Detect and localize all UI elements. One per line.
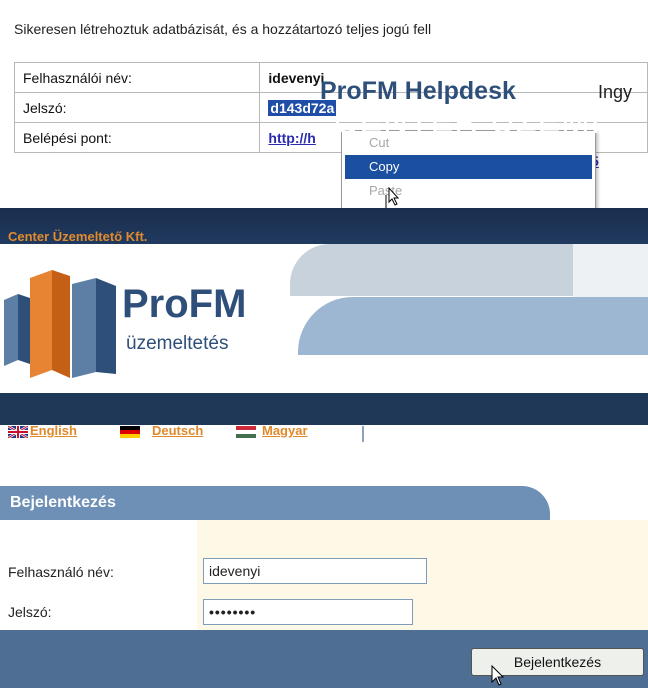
lang-deutsch-link[interactable]: Deutsch xyxy=(152,423,203,438)
hungarian-flag-icon xyxy=(236,426,256,438)
nav-separator xyxy=(362,426,364,442)
uk-flag-icon xyxy=(8,426,28,438)
username-field-label: Felhasználó név: xyxy=(8,564,114,580)
logo-subtitle: üzemeltetés xyxy=(126,333,229,354)
logo-name: ProFM xyxy=(122,282,247,326)
username-label: Felhasználói név: xyxy=(13,62,261,93)
lang-english-link[interactable]: English xyxy=(30,423,77,438)
context-menu-paste[interactable]: Paste xyxy=(342,179,595,203)
tab-other-label[interactable]: Ingy xyxy=(598,82,632,103)
banner-big-title: CENTER ÜZEMI xyxy=(334,103,601,141)
tab-profm-helpdesk[interactable] xyxy=(290,244,610,296)
mouse-cursor-icon xyxy=(491,664,505,686)
language-nav-bar xyxy=(0,393,648,425)
login-header: Bejelentkezés xyxy=(0,486,550,520)
login-panel: Bejelentkezés Felhasználó név: idevenyi … xyxy=(0,486,648,688)
context-menu: Cut Copy Paste xyxy=(341,130,596,212)
lang-magyar-link[interactable]: Magyar xyxy=(262,423,308,438)
title-bar xyxy=(298,297,648,355)
password-label: Jelszó: xyxy=(13,92,261,123)
login-title: Bejelentkezés xyxy=(10,494,116,511)
german-flag-icon xyxy=(120,426,140,438)
entry-point-label: Belépési pont: xyxy=(13,122,261,153)
tab-other[interactable] xyxy=(573,244,648,300)
company-name: Center Üzemeltető Kft. xyxy=(8,229,148,244)
profm-header-banner: Center Üzemeltető Kft. xyxy=(0,208,648,425)
success-message: Sikeresen létrehoztuk adatbázisát, és a … xyxy=(14,21,432,37)
password-field-label: Jelszó: xyxy=(8,604,52,620)
tab-profm-helpdesk-label[interactable]: ProFM Helpdesk xyxy=(320,77,516,106)
context-menu-copy[interactable]: Copy xyxy=(345,155,592,179)
password-input[interactable]: •••••••• xyxy=(203,599,413,625)
entry-point-link[interactable]: http://h xyxy=(268,130,315,146)
username-input[interactable]: idevenyi xyxy=(203,558,427,584)
